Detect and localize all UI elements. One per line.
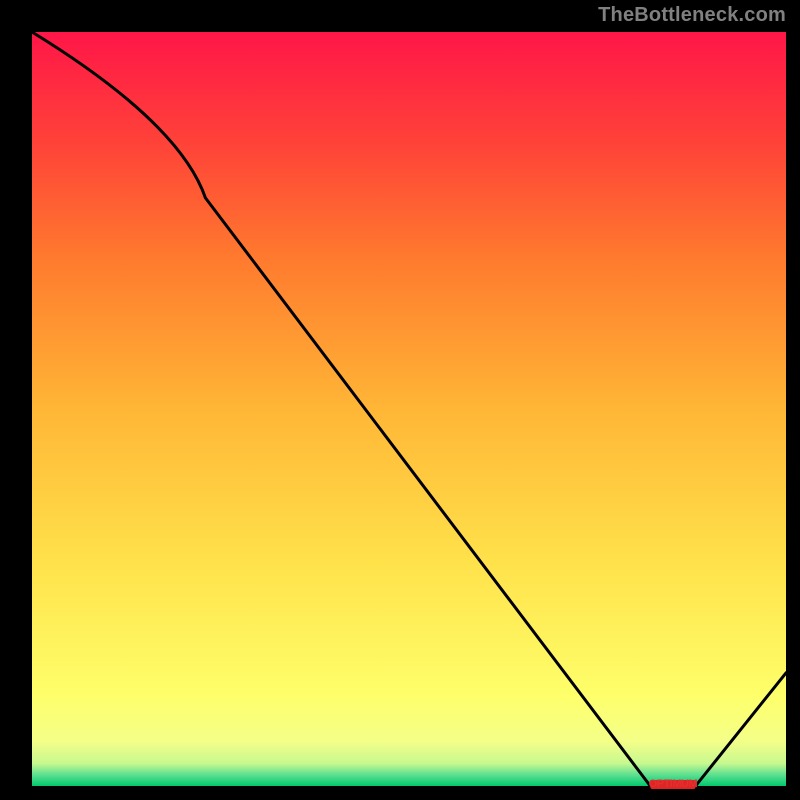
optimum-label: OPTIMUM bbox=[649, 778, 698, 790]
chart-svg: OPTIMUM bbox=[0, 0, 800, 800]
attribution-text: TheBottleneck.com bbox=[598, 4, 786, 27]
chart-container: TheBottleneck.com OPTIMUM bbox=[0, 0, 800, 800]
plot-background bbox=[32, 32, 786, 786]
